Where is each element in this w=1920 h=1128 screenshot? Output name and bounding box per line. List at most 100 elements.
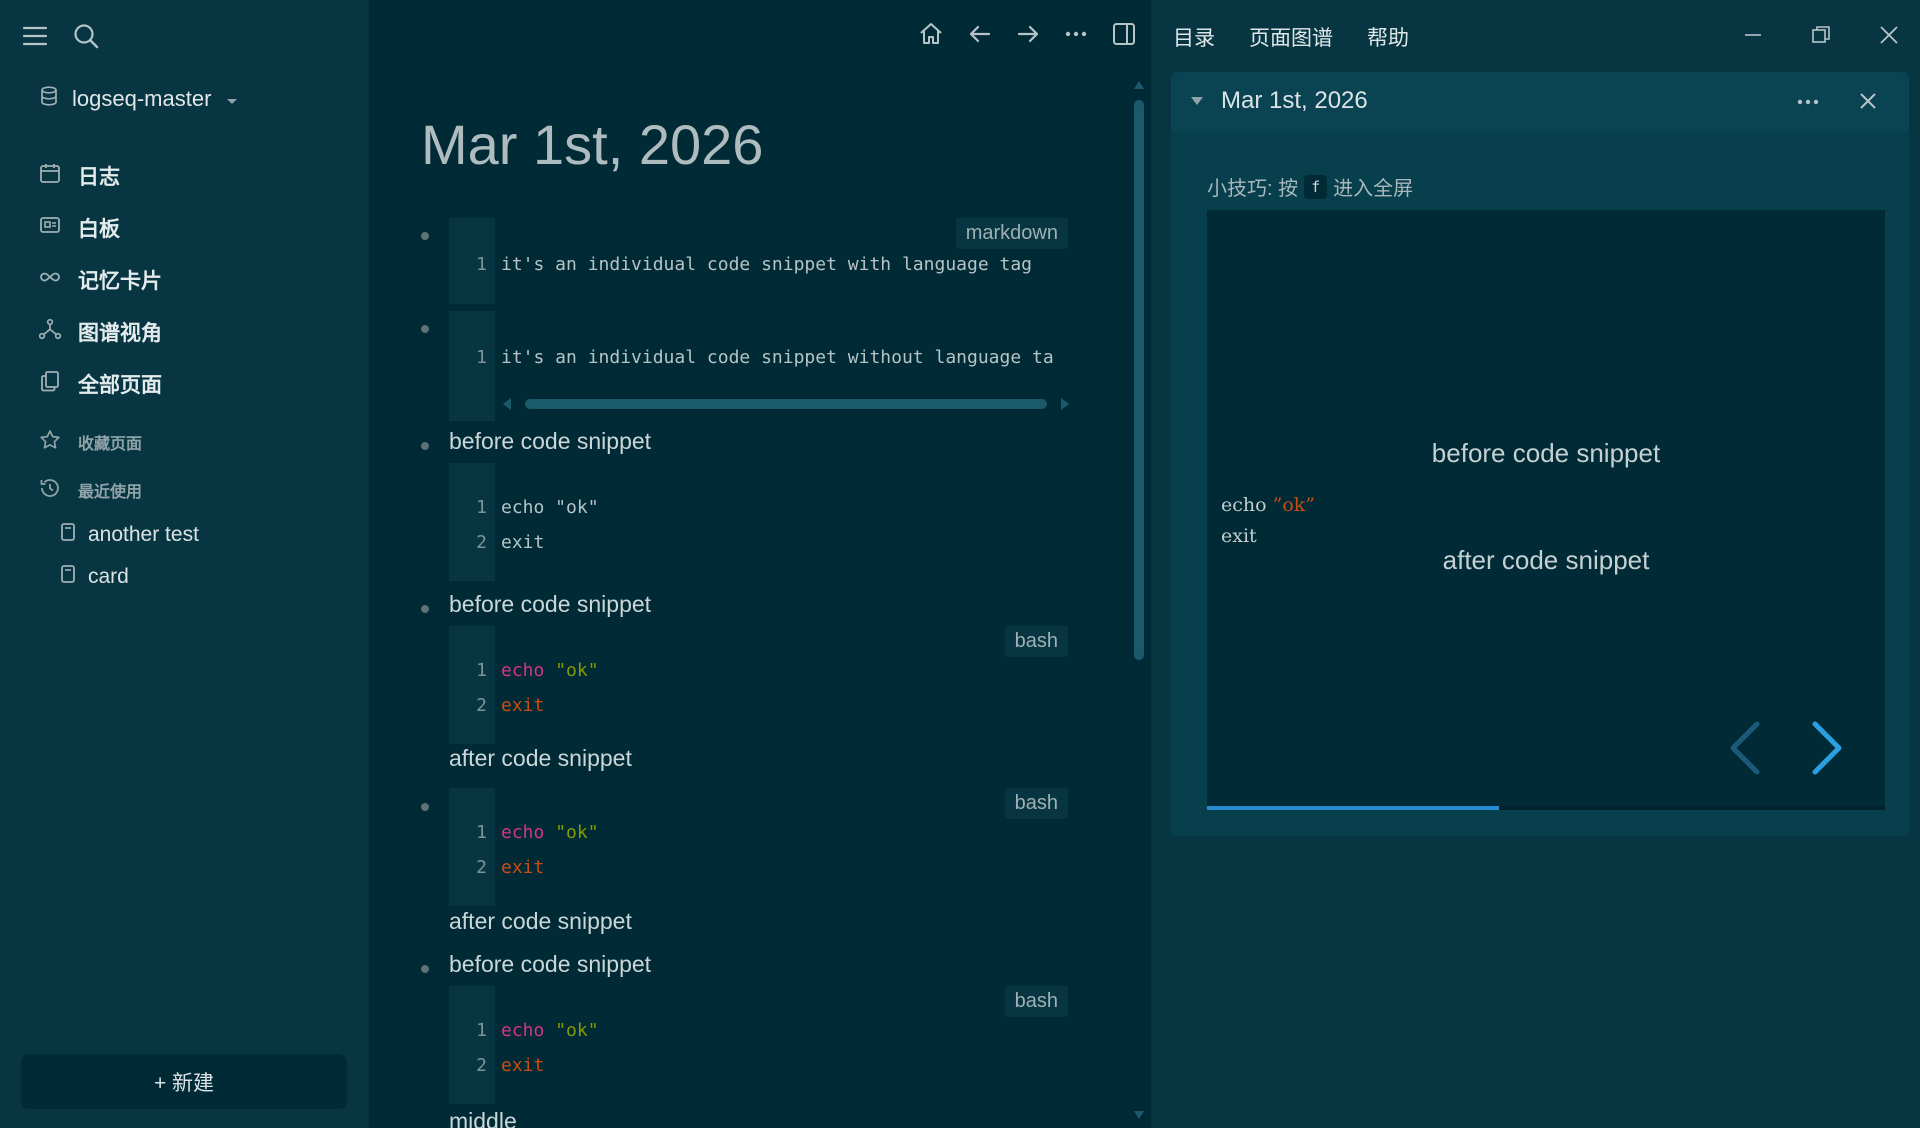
scroll-right-icon[interactable] [1059, 397, 1071, 411]
slide-code-string: ”ok” [1272, 494, 1315, 516]
block-bullet[interactable] [421, 232, 429, 240]
block-bullet[interactable] [421, 325, 429, 333]
menu-icon[interactable] [22, 25, 48, 47]
line-number: 1 [476, 254, 487, 275]
page-icon [60, 564, 76, 590]
scroll-up-icon[interactable] [1133, 80, 1145, 90]
block-text[interactable]: before code snippet [449, 428, 651, 455]
horizontal-scrollbar[interactable] [501, 397, 1071, 411]
sidebar-item-flashcards[interactable]: 记忆卡片 [38, 254, 358, 306]
slide-progress-fill [1207, 806, 1499, 810]
block-bullet[interactable] [421, 442, 429, 450]
fullscreen-tip: 小技巧: 按 f 进入全屏 [1207, 172, 1413, 201]
block-text[interactable]: after code snippet [449, 745, 632, 772]
slide-text: after code snippet [1442, 545, 1650, 575]
block-text[interactable]: before code snippet [449, 591, 651, 618]
more-icon[interactable] [1795, 89, 1821, 120]
sidebar-item-whiteboards[interactable]: 白板 [38, 202, 358, 254]
tip-key: f [1304, 174, 1328, 199]
block-bullet[interactable] [421, 965, 429, 973]
sidebar-page-card: Mar 1st, 2026 小技巧: 按 f 进入全屏 before code … [1171, 72, 1909, 836]
line-number: 1 [476, 347, 487, 368]
graph-icon [38, 317, 62, 347]
toggle-right-sidebar-icon[interactable] [1111, 21, 1137, 47]
code-block[interactable]: bash 1 echo "ok" 2 exit [449, 788, 1074, 906]
code-block[interactable]: 1 echo "ok" 2 exit [449, 463, 1074, 581]
scrollbar-thumb[interactable] [1134, 100, 1144, 660]
recent-section[interactable]: 最近使用 [38, 466, 358, 514]
main-toolbar [917, 20, 1137, 48]
code-block[interactable]: 1 it's an individual code snippet withou… [449, 311, 1074, 421]
window-controls [1742, 24, 1900, 51]
line-number: 1 [476, 822, 487, 843]
right-menu: 目录 页面图谱 帮助 [1173, 22, 1409, 52]
code-block[interactable]: markdown 1 it's an individual code snipp… [449, 218, 1074, 304]
page-title[interactable]: Mar 1st, 2026 [421, 112, 763, 177]
close-icon[interactable] [1857, 90, 1879, 117]
sidebar-item-all-pages[interactable]: 全部页面 [38, 358, 358, 410]
code-line: echo "ok" [501, 822, 599, 843]
code-gutter [449, 788, 495, 906]
close-window-icon[interactable] [1878, 24, 1900, 51]
favorites-label: 收藏页面 [78, 436, 143, 453]
block-text[interactable]: before code snippet [449, 951, 651, 978]
code-line: exit [501, 695, 545, 716]
menu-help[interactable]: 帮助 [1367, 22, 1409, 52]
line-number: 2 [476, 532, 487, 553]
language-tag: bash [1004, 986, 1068, 1017]
scroll-down-icon[interactable] [1133, 1110, 1145, 1120]
code-keyword: echo [501, 1020, 545, 1041]
code-gutter [449, 463, 495, 581]
vertical-scrollbar[interactable] [1133, 80, 1145, 1120]
left-sidebar: logseq-master 日志 白板 记忆卡片 图谱视角 全部页面 收藏页面 … [0, 0, 369, 1128]
block-text[interactable]: after code snippet [449, 908, 632, 935]
sidebar-item-label: 白板 [78, 218, 120, 241]
search-icon[interactable] [72, 22, 100, 50]
code-string: "ok" [555, 660, 599, 681]
minimize-icon[interactable] [1742, 24, 1764, 51]
previous-slide-icon[interactable] [1727, 720, 1763, 781]
code-line: exit [501, 857, 545, 878]
favorites-section[interactable]: 收藏页面 [38, 418, 358, 466]
slide-code-line: echo ”ok” [1221, 490, 1781, 521]
slide-progress-bar [1207, 806, 1885, 810]
restore-icon[interactable] [1810, 24, 1832, 51]
presentation-slide[interactable]: before code snippet echo ”ok” exit after… [1207, 210, 1885, 810]
sidebar-toolbar [22, 22, 100, 50]
sidebar-item-label: 日志 [78, 166, 120, 189]
line-number: 2 [476, 1055, 487, 1076]
code-block[interactable]: bash 1 echo "ok" 2 exit [449, 626, 1074, 744]
code-line: exit [501, 1055, 545, 1076]
code-gutter [449, 626, 495, 744]
new-page-button[interactable]: + 新建 [21, 1054, 347, 1109]
next-slide-icon[interactable] [1809, 720, 1845, 781]
history-icon [38, 476, 62, 505]
more-icon[interactable] [1063, 21, 1089, 47]
graph-selector[interactable]: logseq-master [40, 86, 239, 112]
scroll-left-icon[interactable] [501, 397, 513, 411]
sidebar-item-graph-view[interactable]: 图谱视角 [38, 306, 358, 358]
card-title[interactable]: Mar 1st, 2026 [1221, 87, 1368, 115]
code-string: "ok" [555, 822, 599, 843]
forward-arrow-icon[interactable] [1015, 21, 1041, 47]
recent-page-label: another test [88, 523, 199, 546]
home-icon[interactable] [917, 20, 945, 48]
menu-contents[interactable]: 目录 [1173, 22, 1215, 52]
code-block[interactable]: bash 1 echo "ok" 2 exit [449, 986, 1074, 1104]
line-number: 1 [476, 660, 487, 681]
block-bullet[interactable] [421, 803, 429, 811]
tip-suffix: 进入全屏 [1333, 178, 1414, 200]
menu-page-graph[interactable]: 页面图谱 [1249, 22, 1333, 52]
collapse-triangle-icon[interactable] [1189, 94, 1205, 112]
sidebar-item-label: 图谱视角 [78, 322, 162, 345]
back-arrow-icon[interactable] [967, 21, 993, 47]
recent-page-another-test[interactable]: another test [38, 514, 358, 556]
scrollbar-thumb[interactable] [525, 399, 1047, 409]
recent-page-card[interactable]: card [38, 556, 358, 598]
block-bullet[interactable] [421, 605, 429, 613]
line-number: 1 [476, 1020, 487, 1041]
page-icon [60, 522, 76, 548]
sidebar-item-journals[interactable]: 日志 [38, 150, 358, 202]
block-text[interactable]: middle [449, 1108, 517, 1128]
code-string: "ok" [555, 1020, 599, 1041]
